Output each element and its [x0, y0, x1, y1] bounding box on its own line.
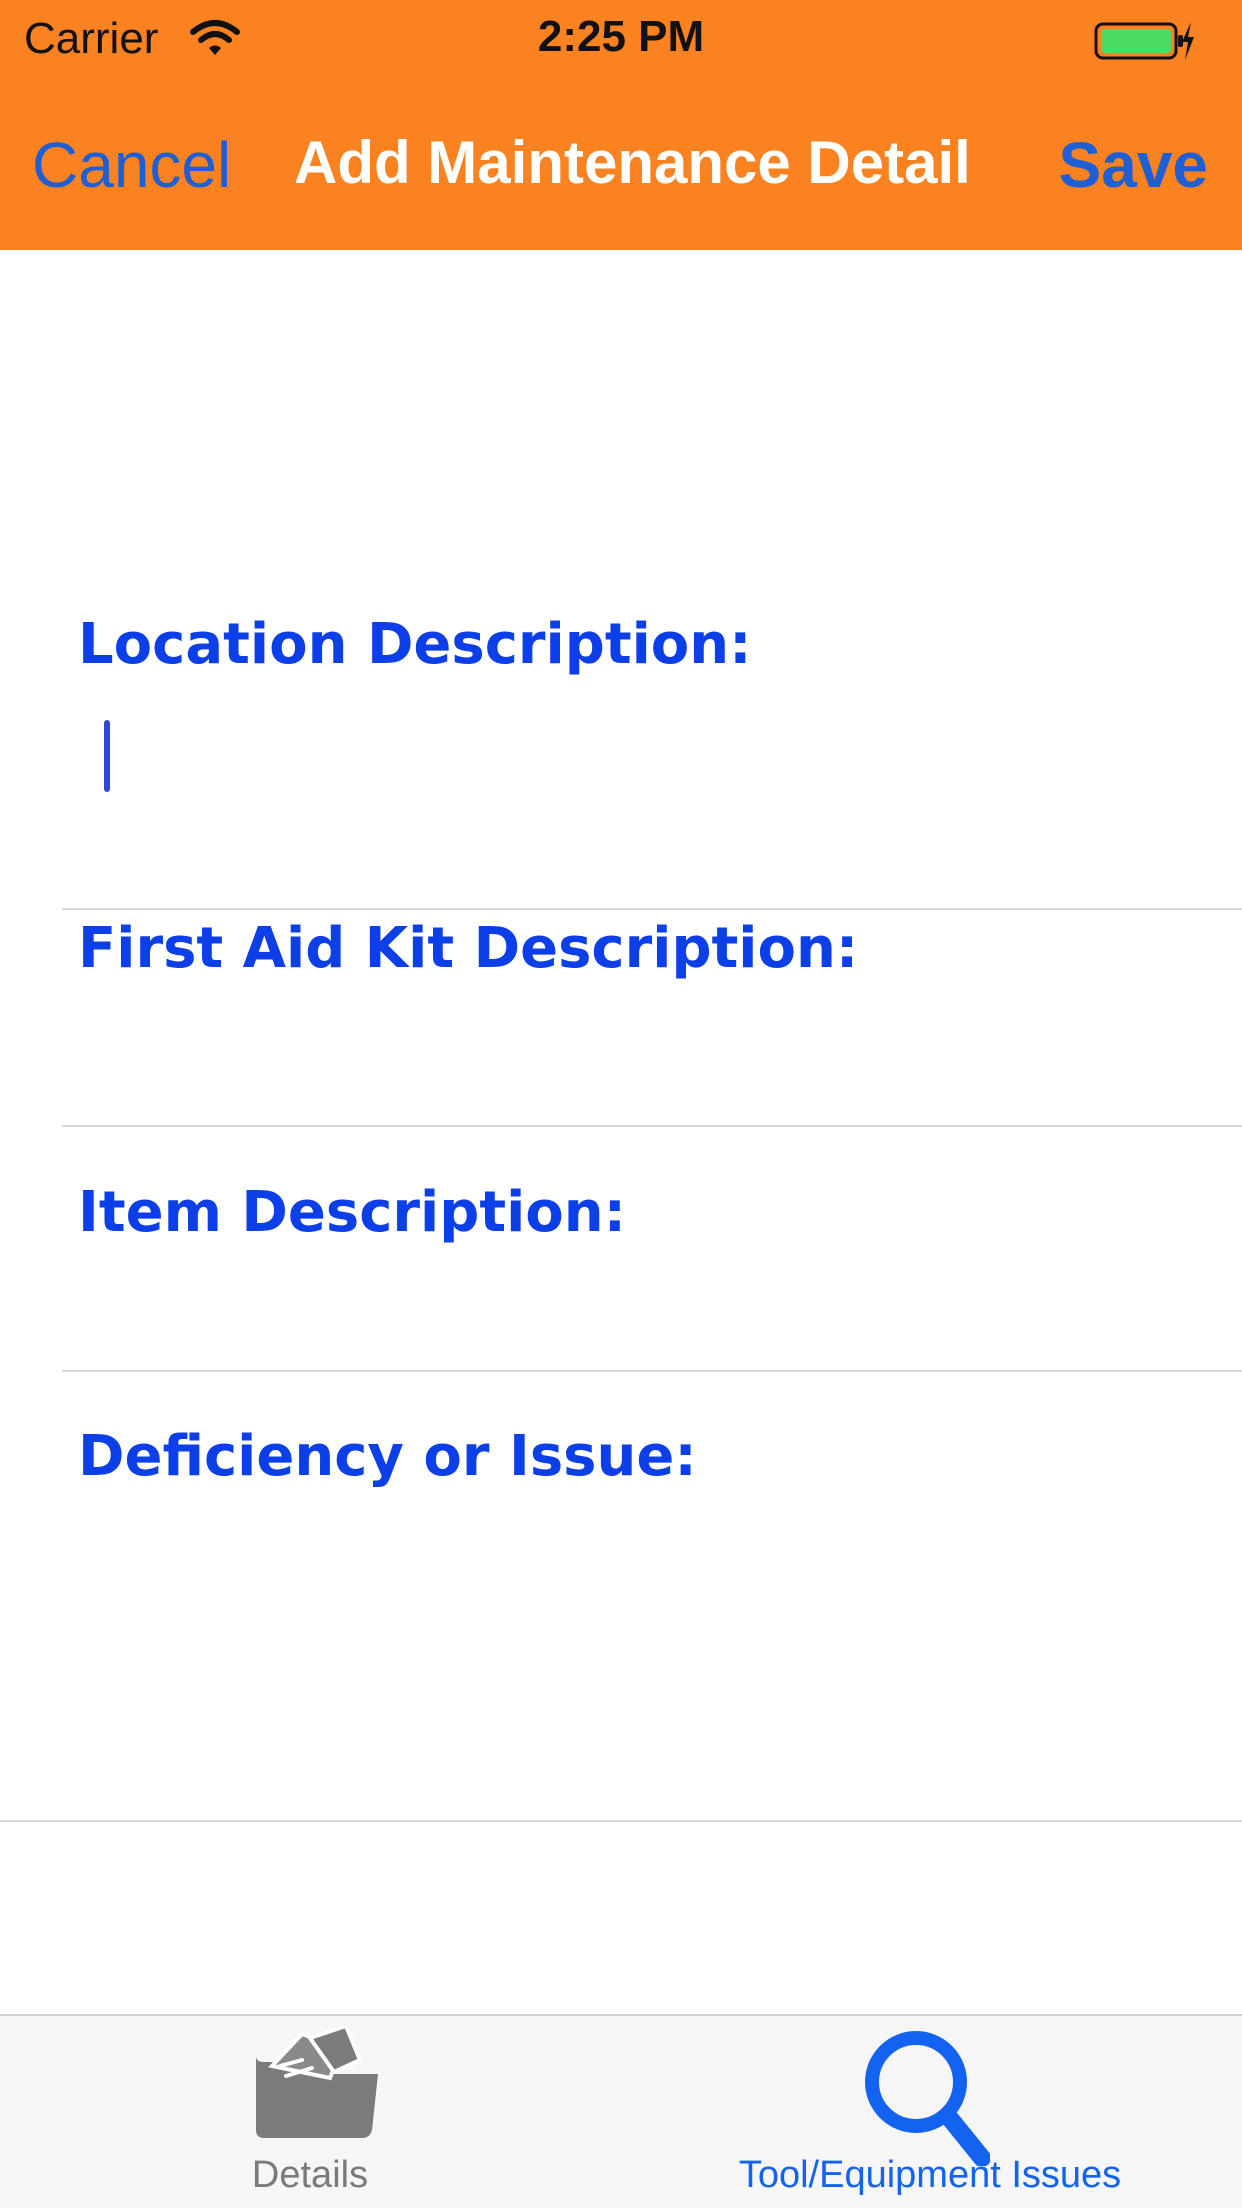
clock: 2:25 PM: [537, 12, 705, 61]
save-button[interactable]: Save: [1059, 128, 1208, 202]
tab-details-label: Details: [251, 2154, 369, 2196]
folder-icon: [256, 2026, 378, 2138]
tab-bar: Details Tool/Equipment Issues: [0, 2014, 1242, 2208]
navigation-bar: Cancel Add Maintenance Detail Save: [0, 100, 1242, 230]
divider: [62, 1370, 1242, 1372]
divider: [62, 908, 1242, 910]
tab-details[interactable]: Details: [160, 2016, 460, 2208]
item-description-input[interactable]: [62, 1260, 1242, 1362]
status-bar: Carrier 2:25 PM: [0, 0, 1242, 84]
location-description-input[interactable]: [62, 716, 1242, 798]
first-aid-kit-description-input[interactable]: [62, 1002, 1242, 1114]
tab-tool-equipment-issues[interactable]: Tool/Equipment Issues: [700, 2016, 1160, 2208]
tab-tool-equipment-issues-label: Tool/Equipment Issues: [738, 2154, 1122, 2196]
deficiency-or-issue-label: Deficiency or Issue:: [78, 1424, 697, 1489]
header: Carrier 2:25 PM Cancel Add Maintenance D…: [0, 0, 1242, 250]
maintenance-detail-screen: Carrier 2:25 PM Cancel Add Maintenance D…: [0, 0, 1242, 2208]
deficiency-or-issue-input[interactable]: [62, 1510, 1242, 1814]
magnifying-glass-icon: [865, 2031, 990, 2166]
divider: [0, 1820, 1242, 1822]
item-description-label: Item Description:: [78, 1180, 627, 1245]
battery-charging-icon: [1094, 22, 1194, 60]
text-cursor: [104, 720, 110, 792]
page-title: Add Maintenance Detail: [294, 129, 971, 196]
cancel-button[interactable]: Cancel: [32, 128, 231, 202]
first-aid-kit-description-label: First Aid Kit Description:: [78, 916, 859, 981]
location-description-label: Location Description:: [78, 612, 752, 677]
divider: [62, 1125, 1242, 1127]
